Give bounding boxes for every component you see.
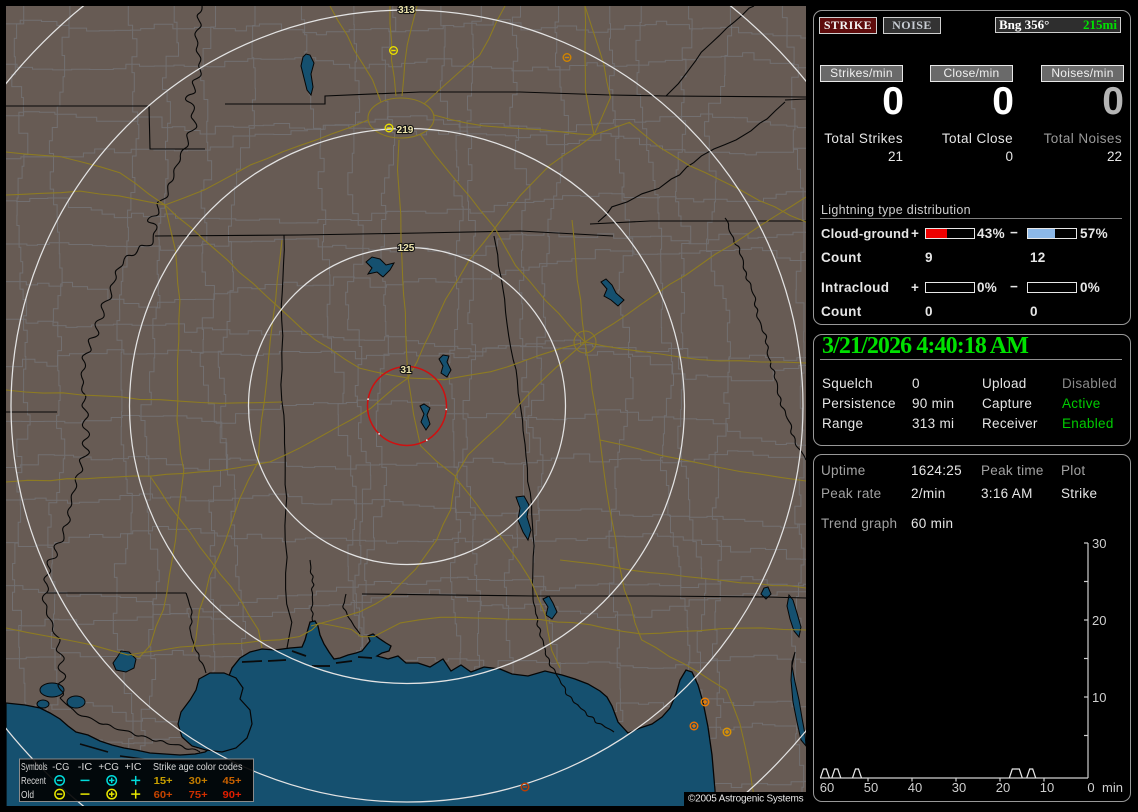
svg-text:30: 30 [952,780,966,795]
svg-text:0: 0 [1087,780,1094,795]
svg-text:75+: 75+ [189,790,208,801]
svg-text:-IC: -IC [78,762,93,773]
svg-text:60: 60 [820,780,834,795]
svg-text:+CG: +CG [98,762,119,773]
svg-text:-CG: -CG [52,762,69,773]
svg-text:20: 20 [996,780,1010,795]
svg-text:©2005 Astrogenic Systems: ©2005 Astrogenic Systems [688,794,804,805]
svg-text:15+: 15+ [154,776,173,787]
svg-text:Old: Old [21,790,34,801]
svg-text:Strike age color codes: Strike age color codes [153,762,243,773]
svg-text:20: 20 [1092,613,1106,628]
svg-text:50: 50 [864,780,878,795]
svg-text:+IC: +IC [125,762,142,773]
svg-text:10: 10 [1092,690,1106,705]
svg-text:min: min [1102,780,1123,795]
svg-text:125: 125 [398,243,415,254]
svg-text:313: 313 [398,6,415,16]
svg-text:31: 31 [400,365,412,376]
svg-text:45+: 45+ [223,776,242,787]
svg-text:40: 40 [908,780,922,795]
svg-text:90+: 90+ [223,790,242,801]
svg-text:10: 10 [1040,780,1054,795]
svg-text:60+: 60+ [154,790,173,801]
svg-text:30+: 30+ [189,776,208,787]
svg-text:219: 219 [397,125,414,136]
svg-text:30: 30 [1092,536,1106,551]
svg-text:Symbols: Symbols [21,762,48,773]
svg-text:Recent: Recent [21,776,46,787]
